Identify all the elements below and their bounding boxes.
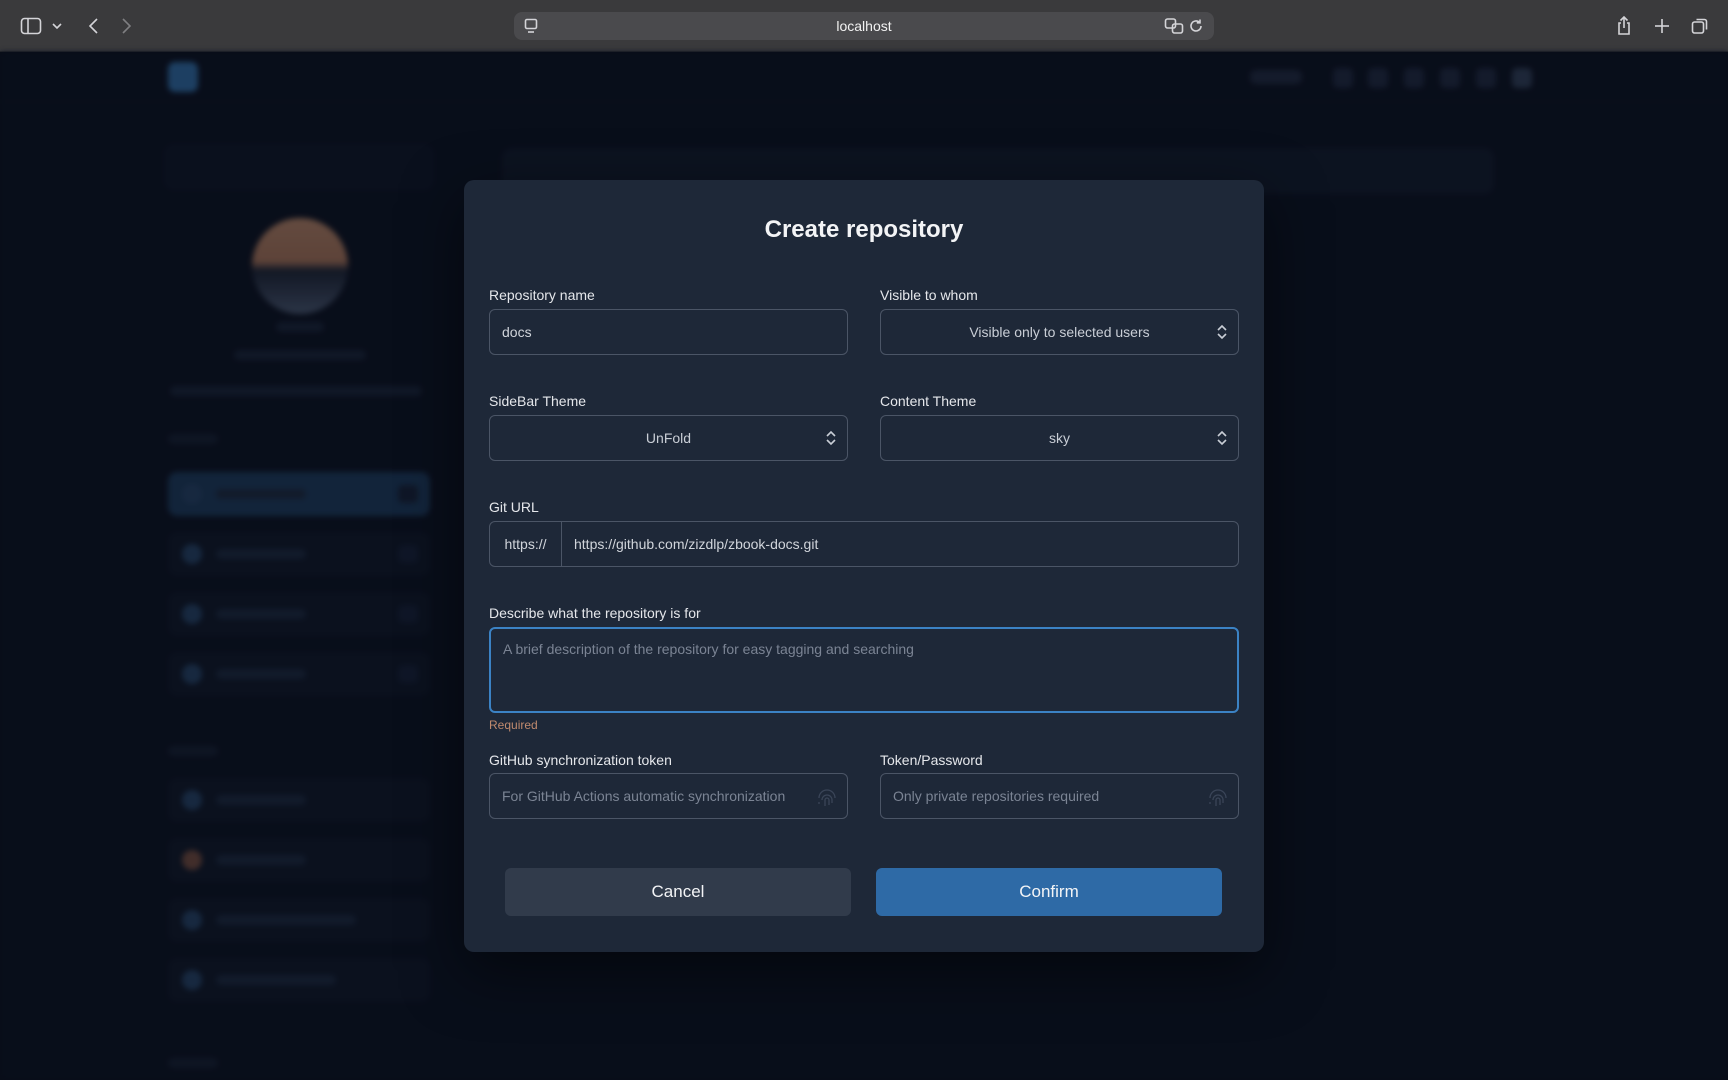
git-url-label: Git URL — [489, 499, 539, 515]
visibility-select[interactable]: Visible only to selected users — [880, 309, 1239, 355]
address-bar[interactable]: localhost — [514, 12, 1214, 40]
url-text: localhost — [836, 18, 892, 34]
page-icon — [524, 18, 538, 37]
select-chevron-icon — [1216, 430, 1228, 449]
share-icon[interactable] — [1614, 12, 1634, 40]
description-field[interactable] — [489, 627, 1239, 713]
select-chevron-icon — [1216, 324, 1228, 343]
content-theme-value: sky — [1049, 430, 1070, 446]
token-password-label: Token/Password — [880, 752, 983, 768]
new-tab-icon[interactable] — [1652, 12, 1672, 40]
fingerprint-icon — [815, 786, 839, 811]
create-repository-dialog: Create repository Repository name Visibl… — [464, 180, 1264, 952]
repo-name-input[interactable] — [490, 310, 847, 354]
repo-name-label: Repository name — [489, 287, 595, 303]
description-input[interactable] — [491, 629, 1237, 711]
sync-token-field[interactable] — [489, 773, 848, 819]
cancel-button[interactable]: Cancel — [505, 868, 851, 916]
sync-token-label: GitHub synchronization token — [489, 752, 672, 768]
git-url-input[interactable] — [562, 522, 1238, 566]
sidebar-toggle-icon[interactable] — [18, 12, 44, 40]
chevron-down-icon[interactable] — [50, 12, 64, 40]
sync-token-input[interactable] — [490, 774, 847, 818]
forward-icon[interactable] — [118, 12, 136, 40]
tab-overview-icon[interactable] — [1690, 12, 1710, 40]
back-icon[interactable] — [84, 12, 102, 40]
sidebar-theme-value: UnFold — [645, 430, 692, 446]
reload-icon[interactable] — [1188, 18, 1204, 37]
dialog-title: Create repository — [764, 216, 964, 243]
repo-name-field[interactable] — [489, 309, 848, 355]
git-url-field[interactable]: https:// — [489, 521, 1239, 567]
content-theme-select[interactable]: sky — [880, 415, 1239, 461]
select-chevron-icon — [825, 430, 837, 449]
sidebar-theme-label: SideBar Theme — [489, 393, 587, 409]
description-error: Required — [489, 718, 538, 732]
translate-icon[interactable] — [1164, 17, 1184, 38]
token-password-input[interactable] — [881, 774, 1238, 818]
url-prefix: https:// — [490, 522, 562, 566]
fingerprint-icon — [1206, 786, 1230, 811]
confirm-button[interactable]: Confirm — [876, 868, 1222, 916]
visibility-label: Visible to whom — [880, 287, 978, 303]
visibility-value: Visible only to selected users — [969, 324, 1150, 340]
sidebar-theme-select[interactable]: UnFold — [489, 415, 848, 461]
browser-toolbar: localhost — [0, 0, 1728, 52]
token-password-field[interactable] — [880, 773, 1239, 819]
content-theme-label: Content Theme — [880, 393, 977, 409]
description-label: Describe what the repository is for — [489, 605, 701, 621]
